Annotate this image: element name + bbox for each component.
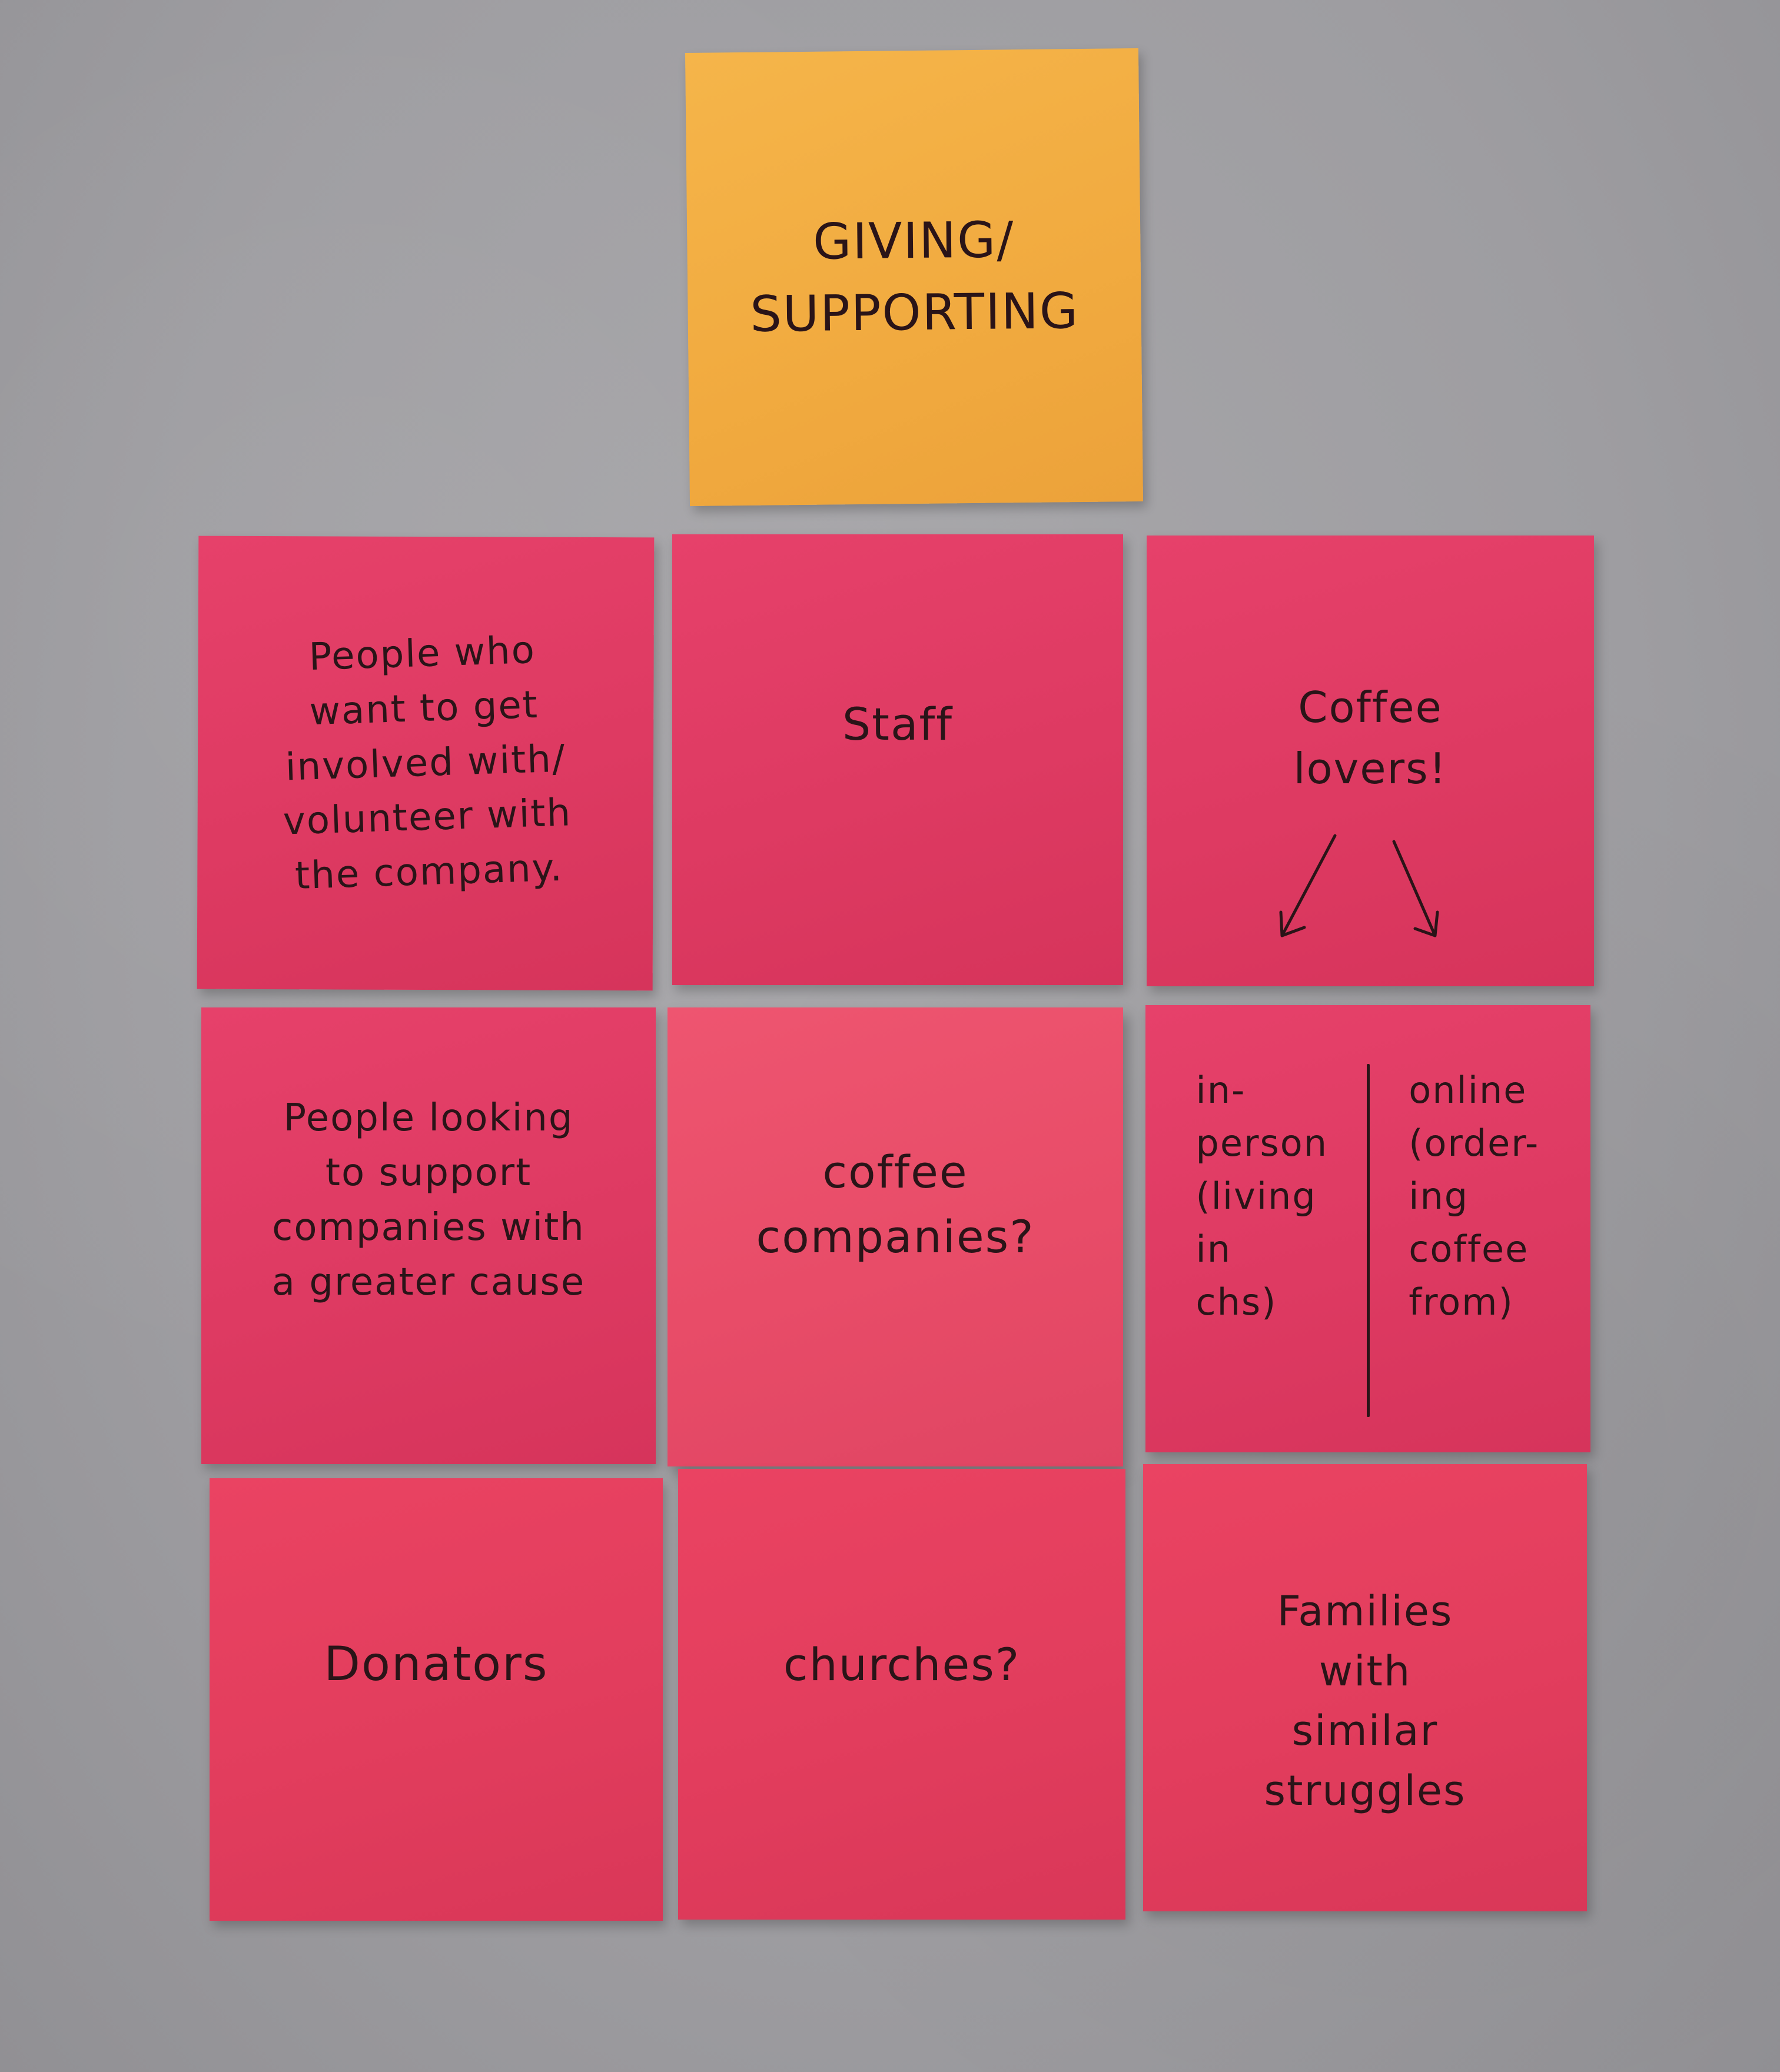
column-online: online (order- ing coffee from) [1393, 1064, 1556, 1417]
note-text-in-person: in- person (living in chs) [1195, 1069, 1329, 1323]
sticky-note-coffee-companies: coffee companies? [668, 1007, 1123, 1466]
note-text: Donators [324, 1637, 549, 1691]
note-text: churches? [783, 1638, 1021, 1691]
sticky-note-donators: Donators [210, 1478, 663, 1921]
note-text-online: online (order- ing coffee from) [1409, 1069, 1540, 1323]
column-divider [1366, 1064, 1370, 1417]
branch-arrows-icon [1279, 834, 1439, 937]
note-text: People who want to get involved with/ vo… [282, 628, 573, 899]
note-text: coffee companies? [756, 1145, 1035, 1263]
note-text: Coffee lovers! [1293, 683, 1447, 794]
note-text: GIVING/ SUPPORTING [749, 211, 1080, 343]
note-text: Families with similar struggles [1264, 1587, 1466, 1815]
sticky-note-families: Families with similar struggles [1143, 1464, 1587, 1911]
column-in-person: in- person (living in chs) [1181, 1064, 1343, 1417]
sticky-note-staff: Staff [672, 534, 1123, 985]
note-text: Staff [842, 697, 954, 750]
sticky-note-churches: churches? [678, 1469, 1125, 1920]
note-text: People looking to support companies with… [271, 1096, 586, 1304]
sticky-note-in-person-online: in- person (living in chs) online (order… [1145, 1005, 1590, 1452]
sticky-note-volunteers: People who want to get involved with/ vo… [197, 536, 655, 991]
sticky-note-header: GIVING/ SUPPORTING [685, 48, 1144, 507]
sticky-note-greater-cause: People looking to support companies with… [201, 1007, 656, 1464]
sticky-note-coffee-lovers: Coffee lovers! [1147, 536, 1594, 986]
